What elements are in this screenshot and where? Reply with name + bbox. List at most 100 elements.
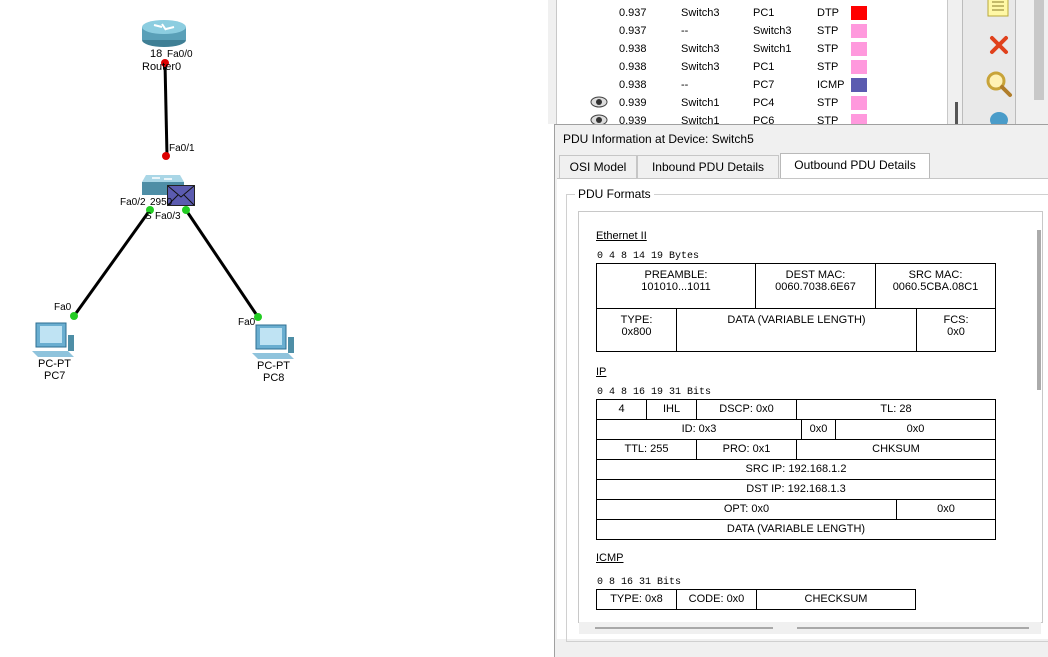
- event-row[interactable]: 0.939 Switch1 PC6 STP: [557, 112, 947, 124]
- switch-model-label: 2950: [150, 197, 173, 208]
- event-at: PC4: [753, 97, 775, 109]
- event-row[interactable]: 0.938 -- PC7 ICMP: [557, 76, 947, 94]
- switch-port-right-label: Fa0/3: [155, 211, 181, 222]
- event-row[interactable]: 0.937 Switch3 PC1 DTP: [557, 4, 947, 22]
- router-icon[interactable]: [140, 16, 188, 48]
- ip-bit-ruler: 0 4 8 16 19 31 Bits: [597, 387, 712, 398]
- event-time: 0.938: [619, 79, 647, 91]
- ip-src-field: SRC IP: 192.168.1.2: [596, 459, 996, 480]
- eye-icon: [590, 114, 608, 124]
- event-time: 0.938: [619, 43, 647, 55]
- ip-padding-field: 0x0: [896, 499, 996, 520]
- formats-horizontal-scrollbar[interactable]: [579, 622, 1041, 634]
- event-color-swatch: [851, 114, 867, 124]
- event-row[interactable]: 0.938 Switch3 Switch1 STP: [557, 40, 947, 58]
- pdu-formats-view[interactable]: Ethernet II 0 4 8 14 19 Bytes PREAMBLE: …: [578, 211, 1043, 623]
- ethernet-type-field: TYPE: 0x800: [596, 308, 677, 352]
- toolbar-splitter[interactable]: [955, 102, 958, 124]
- event-color-swatch: [851, 60, 867, 74]
- event-last: Switch3: [681, 43, 720, 55]
- event-row[interactable]: 0.939 Switch1 PC4 STP: [557, 94, 947, 112]
- note-icon[interactable]: [987, 0, 1009, 18]
- event-at: Switch3: [753, 25, 792, 37]
- icmp-type-value: TYPE: 0x8: [610, 593, 663, 605]
- hscroll-thumb[interactable]: [797, 627, 1029, 629]
- event-time: 0.938: [619, 61, 647, 73]
- preamble-label: PREAMBLE:: [644, 269, 708, 281]
- link-router-switch: [163, 62, 169, 157]
- dest-mac-value: 0060.7038.6E67: [775, 281, 856, 293]
- ethernet-data-label: DATA (VARIABLE LENGTH): [727, 314, 866, 326]
- event-row[interactable]: 0.938 Switch3 PC1 STP: [557, 58, 947, 76]
- ip-dscp-value: DSCP: 0x0: [719, 403, 774, 415]
- ip-padding-value: 0x0: [937, 503, 955, 515]
- delete-icon[interactable]: [989, 35, 1009, 55]
- event-type: DTP: [817, 7, 839, 19]
- ethernet-dest-mac-field: DEST MAC: 0060.7038.6E67: [755, 263, 876, 309]
- hscroll-track-left[interactable]: [595, 627, 773, 629]
- event-time: 0.939: [619, 115, 647, 124]
- event-at: Switch1: [753, 43, 792, 55]
- tab-osi-model-label: OSI Model: [569, 160, 627, 174]
- topology-canvas[interactable]: 18 Fa0/0 Router0 Fa0/1 Fa0/2 2950 S Fa0/…: [0, 0, 548, 656]
- event-time: 0.939: [619, 97, 647, 109]
- port-indicator-switch-right: [182, 206, 190, 214]
- ip-flags-field: 0x0: [801, 419, 836, 440]
- event-last: Switch1: [681, 115, 720, 124]
- icmp-section-title: ICMP: [596, 552, 624, 564]
- ip-flags-value: 0x0: [809, 423, 828, 435]
- tab-outbound-pdu-details[interactable]: Outbound PDU Details: [780, 153, 930, 179]
- ip-section-title: IP: [596, 366, 607, 378]
- ethernet-byte-ruler: 0 4 8 14 19 Bytes: [597, 251, 700, 262]
- event-at: PC7: [753, 79, 775, 91]
- src-mac-value: 0060.5CBA.08C1: [892, 281, 979, 293]
- pdu-information-dialog: PDU Information at Device: Switch5 OSI M…: [554, 124, 1048, 657]
- pc7-computer-icon[interactable]: [32, 321, 76, 359]
- pc8-computer-icon[interactable]: [252, 323, 296, 361]
- event-color-swatch: [851, 42, 867, 56]
- ip-options-value: OPT: 0x0: [723, 503, 770, 515]
- event-type: STP: [817, 97, 839, 109]
- switch-port-left-label: Fa0/2: [120, 197, 146, 208]
- ip-version-value: 4: [618, 403, 625, 415]
- dialog-title: PDU Information at Device: Switch5: [563, 132, 754, 146]
- event-time: 0.937: [619, 25, 647, 37]
- event-row[interactable]: 0.937 -- Switch3 STP: [557, 22, 947, 40]
- ip-version-field: 4: [596, 399, 647, 420]
- inspect-icon[interactable]: [985, 70, 1013, 98]
- ethernet-preamble-field: PREAMBLE: 101010...1011: [596, 263, 756, 309]
- ip-ttl-field: TTL: 255: [596, 439, 697, 460]
- pdu-formats-label: PDU Formats: [575, 187, 654, 201]
- event-color-swatch: [851, 96, 867, 110]
- event-type: STP: [817, 25, 839, 37]
- ethernet-fcs-field: FCS: 0x0: [916, 308, 996, 352]
- event-color-swatch: [851, 6, 867, 20]
- tab-inbound-pdu-details[interactable]: Inbound PDU Details: [637, 155, 779, 178]
- event-color-swatch: [851, 78, 867, 92]
- tab-osi-model[interactable]: OSI Model: [559, 155, 637, 178]
- type-label: TYPE:: [620, 314, 653, 326]
- ip-tl-field: TL: 28: [796, 399, 996, 420]
- event-type: STP: [817, 43, 839, 55]
- right-scrollbar[interactable]: [1030, 0, 1048, 124]
- dest-mac-label: DEST MAC:: [785, 269, 846, 281]
- src-mac-label: SRC MAC:: [908, 269, 963, 281]
- event-at: PC6: [753, 115, 775, 124]
- pc7-port-label: Fa0: [54, 302, 72, 313]
- event-list[interactable]: 0.937 Switch3 PC1 DTP 0.937 -- Switch3 STP 0.938…: [556, 0, 948, 124]
- ip-frag-value: 0x0: [906, 423, 925, 435]
- tab-outbound-label: Outbound PDU Details: [794, 158, 916, 172]
- ip-ttl-value: TTL: 255: [624, 443, 669, 455]
- ip-id-value: ID: 0x3: [681, 423, 717, 435]
- tab-inbound-label: Inbound PDU Details: [651, 160, 765, 174]
- common-tools-bar: [955, 0, 1016, 128]
- ip-checksum-value: CHKSUM: [872, 443, 920, 455]
- formats-vertical-scroll-thumb[interactable]: [1037, 230, 1041, 390]
- event-type: STP: [817, 61, 839, 73]
- right-scroll-thumb[interactable]: [1034, 0, 1044, 100]
- event-last: --: [681, 79, 689, 91]
- ethernet-section-title: Ethernet II: [596, 230, 647, 242]
- draw-shape-icon[interactable]: [989, 110, 1009, 128]
- link-switch-pc7: [72, 209, 152, 317]
- fcs-value: 0x0: [947, 326, 965, 338]
